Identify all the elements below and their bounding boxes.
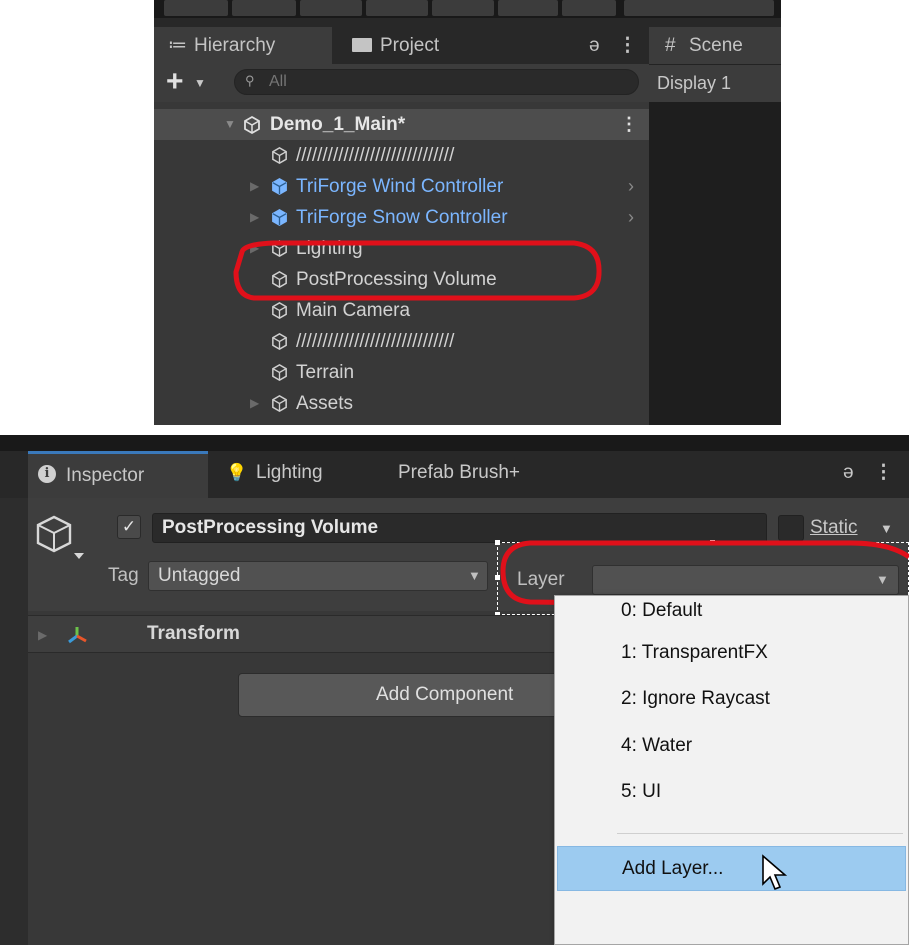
layer-dropdown-menu: 0: Default 1: TransparentFX 2: Ignore Ra… <box>554 595 909 945</box>
hierarchy-window: ≔ Hierarchy Project ə ⋮ + ▼ ⚲ ▼ Demo_1_M… <box>154 0 781 425</box>
add-component-label: Add Component <box>376 684 514 705</box>
menu-item-layer-ui[interactable]: 5: UI <box>555 773 908 811</box>
scene-grid-icon: # <box>665 35 676 56</box>
menu-item-label: 0: Default <box>621 600 703 621</box>
menu-item-layer-water[interactable]: 4: Water <box>555 727 908 765</box>
menu-item-add-layer[interactable]: Add Layer... <box>557 846 906 891</box>
tab-scene[interactable]: # Scene <box>649 27 781 64</box>
tab-scene-label: Scene <box>689 35 743 56</box>
scene-window: # Scene Display 1 <box>649 27 781 425</box>
display-label: Display 1 <box>657 73 732 93</box>
menu-item-label: 4: Water <box>621 735 693 756</box>
mouse-cursor-icon <box>762 854 788 891</box>
menu-item-layer-default[interactable]: 0: Default <box>555 596 908 630</box>
menu-separator <box>617 833 903 834</box>
transform-axis-icon <box>68 627 87 644</box>
menu-item-layer-ignore-raycast[interactable]: 2: Ignore Raycast <box>555 680 908 718</box>
menu-item-layer-transparentfx[interactable]: 1: TransparentFX <box>555 634 908 672</box>
expand-arrow-icon[interactable]: ▶ <box>38 616 47 654</box>
menu-item-label: 1: TransparentFX <box>621 642 768 663</box>
menu-item-label: 5: UI <box>621 781 662 802</box>
transform-label: Transform <box>147 623 240 644</box>
menu-item-label: 2: Ignore Raycast <box>621 688 770 709</box>
inspector-window: i Inspector 💡 Lighting Prefab Brush+ ə ⋮… <box>0 435 909 945</box>
menu-item-label: Add Layer... <box>622 858 724 879</box>
display-selector[interactable]: Display 1 <box>649 64 781 102</box>
